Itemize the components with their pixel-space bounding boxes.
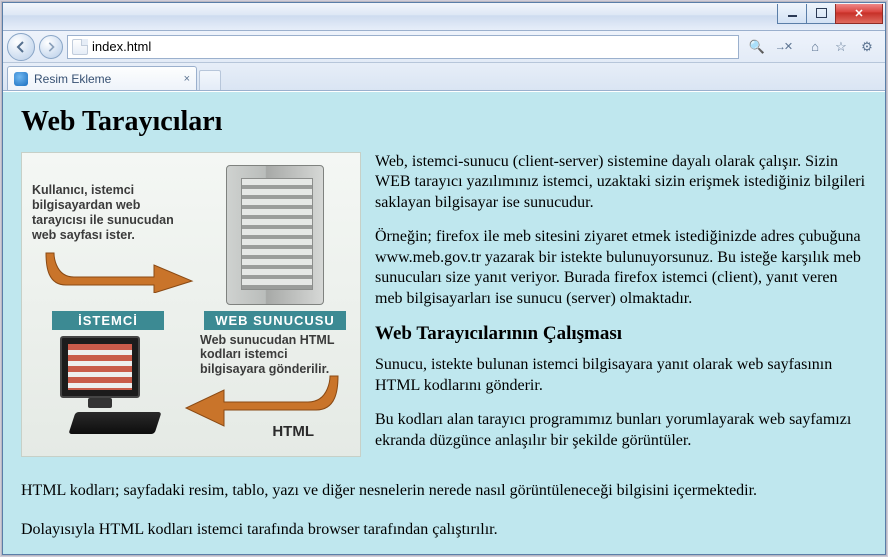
paragraph: Bu kodları alan tarayıcı programımız bun…	[375, 410, 867, 451]
paragraph: Örneğin; firefox ile meb sitesini ziyare…	[375, 227, 867, 309]
paragraph: HTML kodları; sayfadaki resim, tablo, ya…	[21, 481, 867, 502]
server-icon	[226, 165, 324, 305]
page-viewport[interactable]: Web Tarayıcıları Kullanıcı, istemci bilg…	[3, 91, 885, 554]
paragraph: Sunucu, istekte bulunan istemci bilgisay…	[375, 355, 867, 396]
monitor-stand-icon	[88, 398, 112, 408]
close-button[interactable]	[835, 4, 883, 24]
article-row: Kullanıcı, istemci bilgisayardan web tar…	[21, 152, 867, 465]
home-icon[interactable]: ⌂	[805, 37, 825, 57]
arrow-left-icon	[15, 41, 27, 53]
tab-title: Resim Ekleme	[34, 72, 178, 86]
refresh-stop-icon[interactable]: →✕	[773, 37, 793, 57]
article-text: Web, istemci-sunucu (client-server) sist…	[375, 152, 867, 465]
maximize-button[interactable]	[806, 4, 836, 24]
minimize-button[interactable]	[777, 4, 807, 24]
server-caption: WEB SUNUCUSU	[204, 311, 346, 330]
section-heading: Web Tarayıcılarının Çalışması	[375, 323, 867, 345]
page-tools: ⌂ ☆ ⚙	[801, 37, 881, 57]
arrow-right-icon	[46, 42, 56, 52]
client-computer-icon	[50, 332, 168, 442]
html-label: HTML	[272, 423, 314, 440]
browser-window: 🔍 →✕ ⌂ ☆ ⚙ Resim Ekleme × Web Tarayıcıla…	[2, 2, 886, 555]
client-server-figure: Kullanıcı, istemci bilgisayardan web tar…	[21, 152, 361, 457]
tab-close-icon[interactable]: ×	[184, 73, 190, 85]
monitor-icon	[60, 336, 140, 398]
client-caption: İSTEMCİ	[52, 311, 164, 330]
forward-button[interactable]	[39, 35, 63, 59]
paragraph: Dolayısıyla HTML kodları istemci tarafın…	[21, 520, 867, 541]
tab-strip: Resim Ekleme ×	[3, 63, 885, 91]
tab-active[interactable]: Resim Ekleme ×	[7, 66, 197, 90]
page-title: Web Tarayıcıları	[21, 106, 867, 138]
address-bar[interactable]	[67, 35, 739, 59]
new-tab-button[interactable]	[199, 70, 221, 90]
paragraph: Web, istemci-sunucu (client-server) sist…	[375, 152, 867, 213]
request-arrow-icon	[44, 247, 194, 293]
navigation-bar: 🔍 →✕ ⌂ ☆ ⚙	[3, 31, 885, 63]
figure-top-label: Kullanıcı, istemci bilgisayardan web tar…	[32, 183, 192, 243]
server-subcaption: Web sunucudan HTML kodları istemci bilgi…	[200, 333, 348, 376]
page-icon	[72, 39, 88, 55]
back-button[interactable]	[7, 33, 35, 61]
ie-favicon-icon	[14, 72, 28, 86]
favorites-icon[interactable]: ☆	[831, 37, 851, 57]
keyboard-icon	[68, 412, 161, 434]
window-titlebar	[3, 3, 885, 31]
window-controls	[778, 4, 883, 26]
address-input[interactable]	[92, 39, 734, 54]
gear-icon[interactable]: ⚙	[857, 37, 877, 57]
search-icon[interactable]: 🔍	[747, 37, 767, 57]
address-tools: 🔍 →✕	[743, 37, 797, 57]
response-arrow-icon	[180, 374, 340, 430]
